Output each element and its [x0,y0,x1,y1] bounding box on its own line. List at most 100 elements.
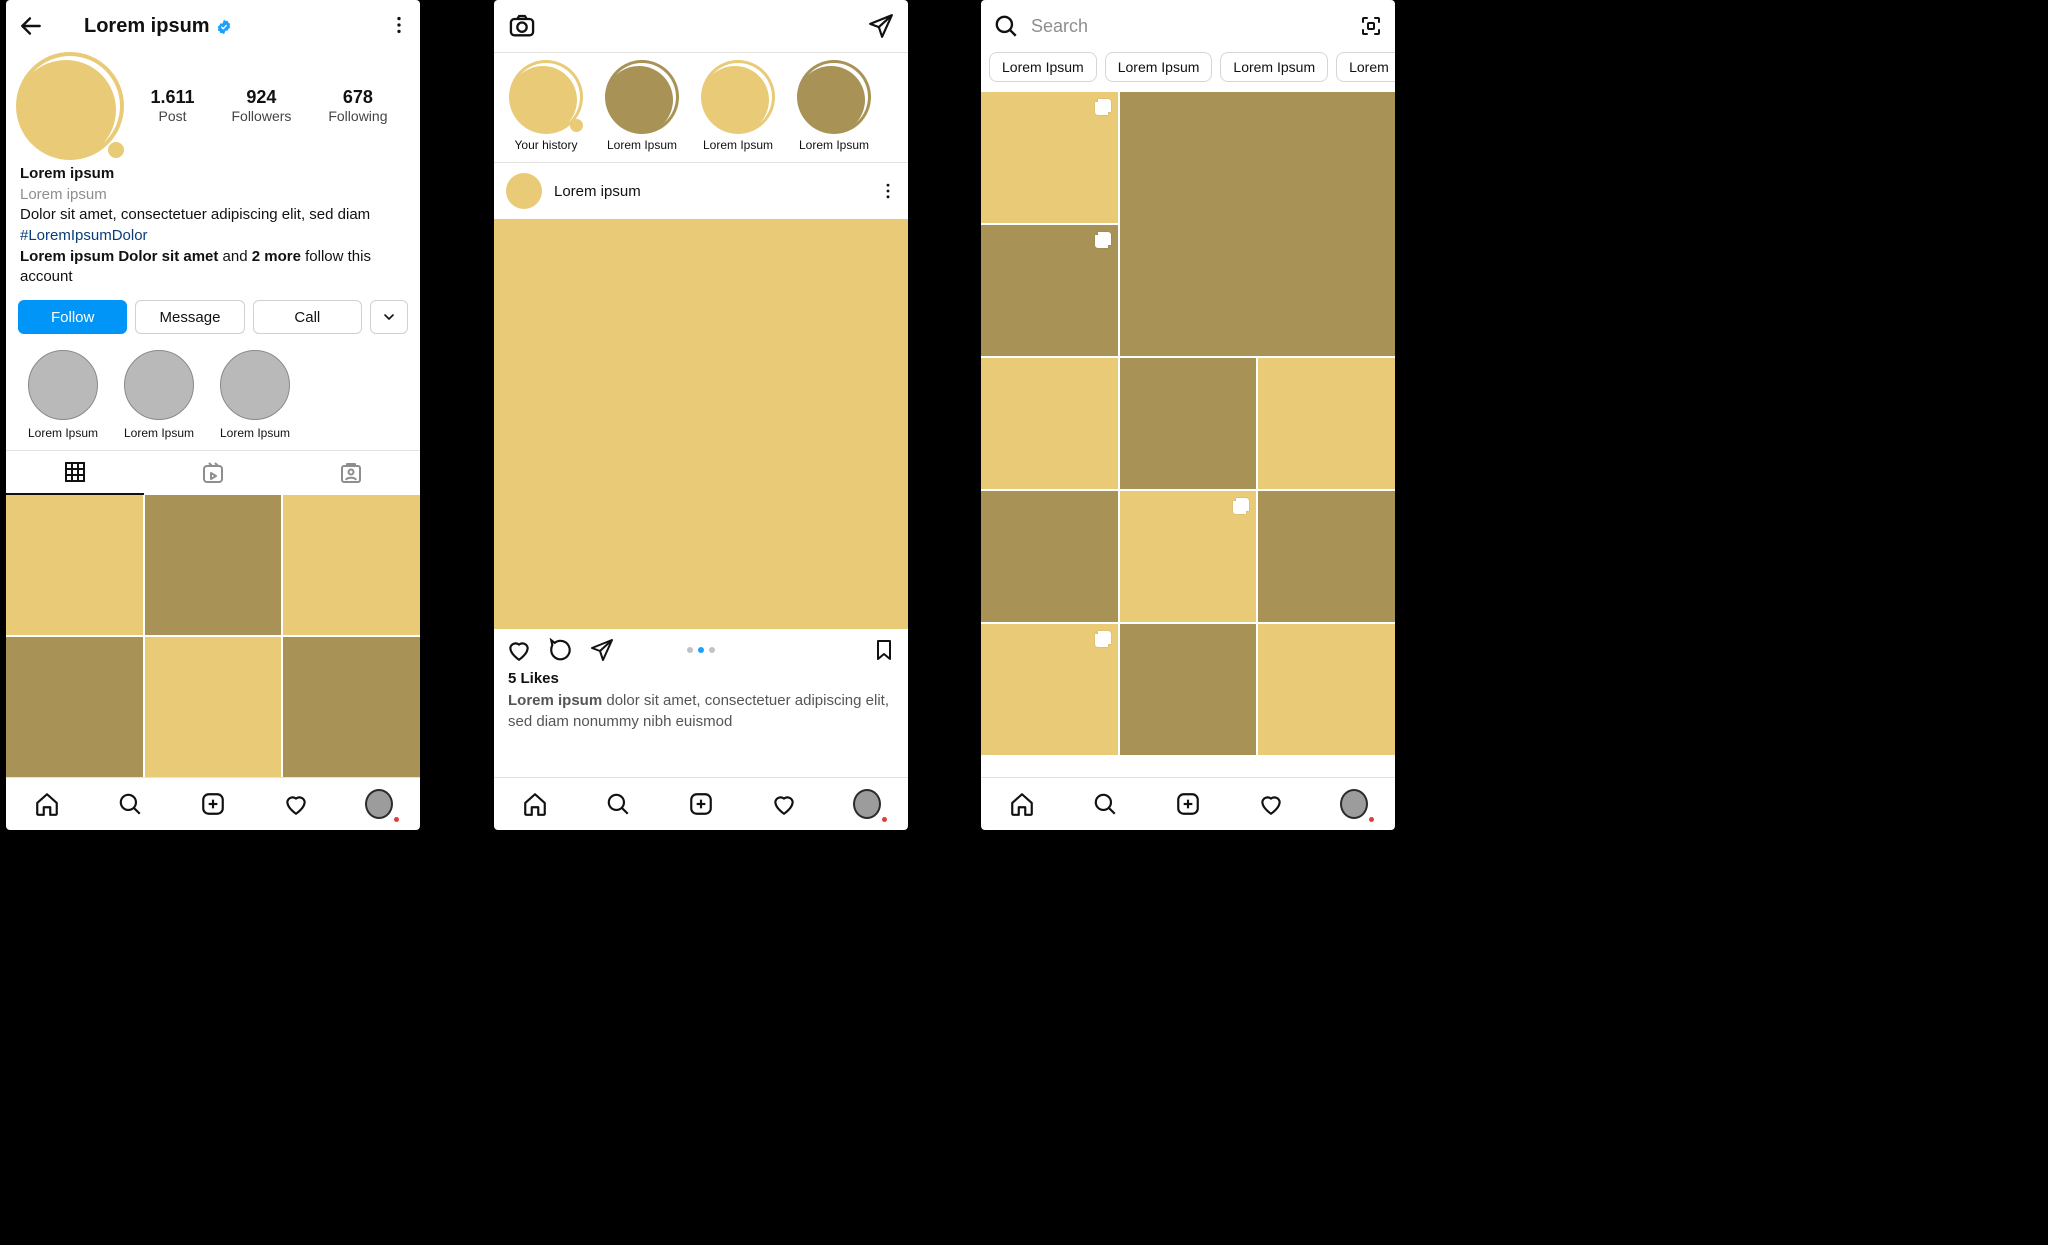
explore-tile[interactable] [981,92,1118,223]
call-button[interactable]: Call [253,300,362,334]
back-icon[interactable] [18,13,44,39]
post-thumb[interactable] [145,495,282,635]
explore-tile[interactable] [1258,624,1395,755]
scan-button[interactable] [1359,14,1383,38]
nav-create[interactable] [687,790,715,818]
explore-screen: Search Lorem Ipsum Lorem Ipsum Lorem Ips… [981,0,1395,830]
dot-icon [687,647,693,653]
suggestions-button[interactable] [370,300,408,334]
likes-count[interactable]: 5 Likes [508,669,894,689]
nav-activity[interactable] [1257,790,1285,818]
comment-button[interactable] [548,637,574,663]
notification-dot-icon [394,817,399,822]
post-caption: Lorem ipsum dolor sit amet, consectetuer… [508,691,894,732]
messages-button[interactable] [868,13,894,39]
heart-icon [1258,791,1284,817]
scan-icon [1359,14,1383,38]
nav-create[interactable] [1174,790,1202,818]
nav-profile[interactable] [365,790,393,818]
post-thumb[interactable] [6,495,143,635]
story-item[interactable]: Lorem Ipsum [690,63,786,152]
nav-search[interactable] [604,790,632,818]
send-icon [868,13,894,39]
profile-screen: Lorem ipsum 1.611 Post 924 Followers [6,0,420,830]
bottom-nav [6,777,420,830]
bookmark-icon [872,638,896,662]
post-thumb[interactable] [145,637,282,777]
stat-following[interactable]: 678 Following [328,87,387,126]
nav-activity[interactable] [770,790,798,818]
nav-home[interactable] [33,790,61,818]
tab-grid[interactable] [6,451,144,495]
explore-tile[interactable] [1120,358,1257,489]
like-button[interactable] [506,637,532,663]
followers-count: 924 [246,87,276,107]
explore-tile[interactable] [1120,624,1257,755]
comment-icon [548,637,574,663]
explore-header: Search [981,0,1395,52]
dot-icon [709,647,715,653]
followed-by[interactable]: Lorem ipsum Dolor sit amet and 2 more fo… [20,247,406,288]
nav-search[interactable] [1091,790,1119,818]
profile-category: Lorem ipsum [20,185,406,206]
explore-tile[interactable] [1120,491,1257,622]
search-input[interactable]: Search [1031,16,1347,37]
explore-tile[interactable] [981,491,1118,622]
message-button[interactable]: Message [135,300,244,334]
post-menu-button[interactable] [878,181,898,201]
highlight-item[interactable]: Lorem Ipsum [120,350,198,440]
post-author-avatar[interactable] [506,173,542,209]
post-thumb[interactable] [283,495,420,635]
heart-icon [283,791,309,817]
chip[interactable]: Lorem Ipsum [989,52,1097,82]
kebab-menu-icon[interactable] [388,14,410,36]
story-item[interactable]: Lorem Ipsum [786,63,882,152]
story-item[interactable]: Lorem Ipsum [594,63,690,152]
bio-hashtag[interactable]: #LoremIpsumDolor [20,227,148,244]
caption-user[interactable]: Lorem ipsum [508,692,602,709]
post-thumb[interactable] [283,637,420,777]
followed-by-name: Lorem ipsum Dolor sit amet [20,248,218,265]
stat-posts[interactable]: 1.611 Post [150,87,194,126]
explore-tile[interactable] [981,358,1118,489]
grid-icon [63,460,87,484]
camera-button[interactable] [508,12,536,40]
explore-tile-large[interactable] [1120,92,1395,356]
nav-create[interactable] [199,790,227,818]
explore-tile[interactable] [981,624,1118,755]
nav-home[interactable] [1008,790,1036,818]
tab-tagged[interactable] [282,451,420,495]
nav-activity[interactable] [282,790,310,818]
nav-home[interactable] [521,790,549,818]
search-button[interactable] [993,13,1019,39]
chip[interactable]: Lorem Ipsum [1105,52,1213,82]
share-button[interactable] [590,638,614,662]
story-your-history[interactable]: Your history [498,63,594,152]
nav-profile[interactable] [853,790,881,818]
search-icon [605,791,631,817]
stat-followers[interactable]: 924 Followers [231,87,291,126]
highlights-row: Lorem Ipsum Lorem Ipsum Lorem Ipsum [6,340,420,450]
chip[interactable]: Lorem Ipsum [1220,52,1328,82]
tab-reels[interactable] [144,451,282,495]
explore-tile[interactable] [981,225,1118,356]
highlight-item[interactable]: Lorem Ipsum [216,350,294,440]
heart-icon [506,637,532,663]
display-name: Lorem ipsum [20,164,406,185]
post-thumb[interactable] [6,637,143,777]
explore-tile[interactable] [1258,358,1395,489]
save-button[interactable] [872,638,896,662]
post-image[interactable] [494,219,908,629]
explore-grid [981,92,1395,777]
nav-profile[interactable] [1340,790,1368,818]
post-author-name[interactable]: Lorem ipsum [554,183,641,200]
highlight-label: Lorem Ipsum [124,426,194,440]
nav-search[interactable] [116,790,144,818]
explore-tile[interactable] [1258,491,1395,622]
following-count: 678 [343,87,373,107]
follow-button[interactable]: Follow [18,300,127,334]
followers-label: Followers [231,108,291,124]
profile-avatar[interactable] [20,56,120,156]
chip[interactable]: Lorem [1336,52,1395,82]
highlight-item[interactable]: Lorem Ipsum [24,350,102,440]
